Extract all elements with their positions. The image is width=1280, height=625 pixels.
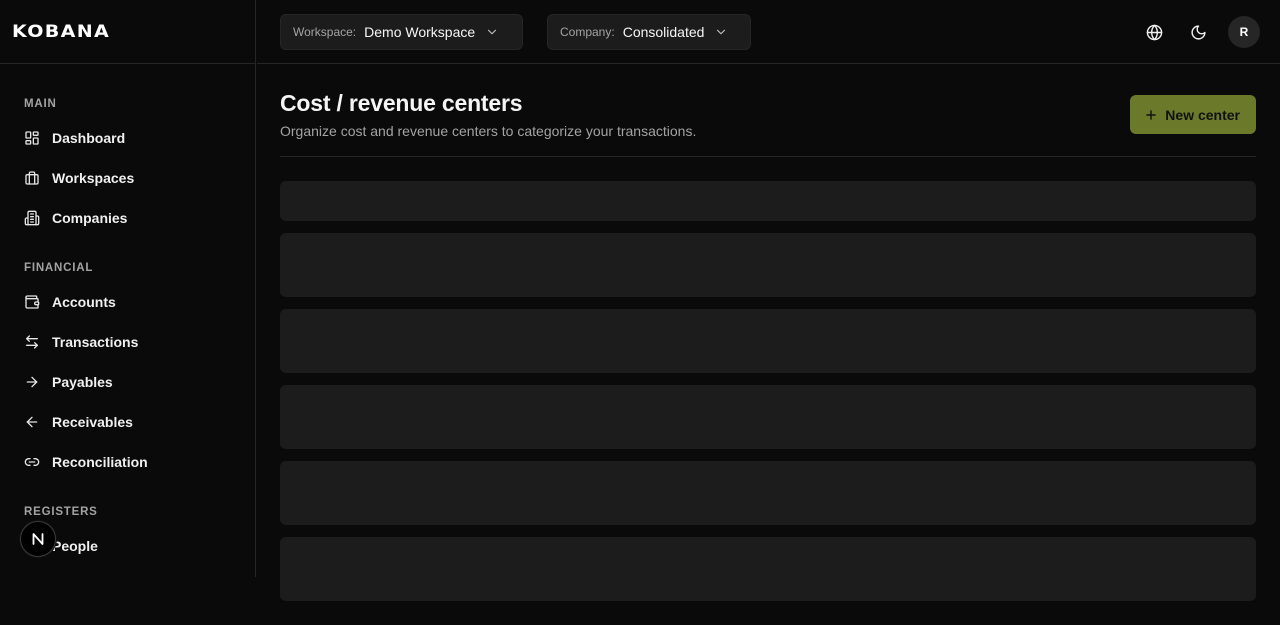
- plus-icon: [1144, 108, 1165, 122]
- nav-section-financial: FINANCIAL Accounts Transactions Payables…: [0, 258, 255, 482]
- sidebar-item-label: Receivables: [52, 414, 133, 430]
- new-center-button[interactable]: New center: [1130, 95, 1256, 134]
- sidebar-item-label: Transactions: [52, 334, 139, 350]
- nav-section-title: REGISTERS: [24, 506, 98, 518]
- new-center-button-label: New center: [1165, 106, 1240, 123]
- loading-skeleton-list: [280, 181, 1256, 601]
- sidebar-item-transactions[interactable]: Transactions: [0, 322, 255, 362]
- brand: KOBANA: [0, 0, 255, 64]
- sidebar-item-reconciliation[interactable]: Reconciliation: [0, 442, 255, 482]
- page-header: Cost / revenue centers Organize cost and…: [280, 64, 1256, 157]
- sidebar-item-label: People: [52, 538, 98, 554]
- language-button[interactable]: [1138, 16, 1170, 48]
- brand-logo[interactable]: KOBANA: [12, 22, 110, 42]
- skeleton-row: [280, 309, 1256, 373]
- link-icon: [24, 454, 40, 470]
- n-badge-button[interactable]: [20, 521, 56, 557]
- sidebar-item-accounts[interactable]: Accounts: [0, 282, 255, 322]
- skeleton-row: [280, 181, 1256, 221]
- chevron-down-icon: [485, 25, 499, 39]
- sidebar-item-companies[interactable]: Companies: [0, 198, 255, 238]
- sidebar-item-label: Payables: [52, 374, 113, 390]
- company-selector-label: Company:: [560, 25, 615, 39]
- sidebar-item-workspaces[interactable]: Workspaces: [0, 158, 255, 198]
- arrows-left-right-icon: [24, 334, 40, 350]
- building-icon: [24, 210, 40, 226]
- sidebar-item-payables[interactable]: Payables: [0, 362, 255, 402]
- globe-icon: [1146, 24, 1162, 40]
- nav-section-main: MAIN Dashboard Workspaces Companies: [0, 94, 255, 238]
- moon-icon: [1190, 24, 1206, 40]
- company-selector[interactable]: Company: Consolidated: [547, 14, 751, 50]
- chevron-down-icon: [714, 25, 728, 39]
- arrow-right-icon: [24, 374, 40, 390]
- page-subtitle: Organize cost and revenue centers to cat…: [280, 123, 697, 139]
- workspace-selector-value: Demo Workspace: [364, 24, 476, 40]
- sidebar: KOBANA MAIN Dashboard Workspaces Compani…: [0, 0, 256, 577]
- n-logo-icon: [32, 533, 44, 545]
- workspace-selector[interactable]: Workspace: Demo Workspace: [280, 14, 523, 50]
- workspace-selector-label: Workspace:: [293, 25, 357, 39]
- sidebar-nav: MAIN Dashboard Workspaces Companies FINA…: [0, 64, 255, 566]
- sidebar-item-label: Dashboard: [52, 130, 126, 146]
- sidebar-item-label: Companies: [52, 210, 128, 226]
- theme-toggle-button[interactable]: [1182, 16, 1214, 48]
- dashboard-icon: [24, 130, 40, 146]
- nav-section-title: MAIN: [24, 98, 57, 110]
- skeleton-row: [280, 385, 1256, 449]
- sidebar-item-label: Reconciliation: [52, 454, 148, 470]
- avatar[interactable]: R: [1228, 16, 1260, 48]
- nav-section-title: FINANCIAL: [24, 262, 94, 274]
- skeleton-row: [280, 461, 1256, 525]
- wallet-icon: [24, 294, 40, 310]
- skeleton-row: [280, 233, 1256, 297]
- company-selector-value: Consolidated: [622, 24, 705, 40]
- sidebar-item-label: Workspaces: [52, 170, 135, 186]
- sidebar-item-receivables[interactable]: Receivables: [0, 402, 255, 442]
- main-content: Cost / revenue centers Organize cost and…: [280, 64, 1256, 601]
- sidebar-item-label: Accounts: [52, 294, 116, 310]
- skeleton-row: [280, 537, 1256, 601]
- arrow-left-icon: [24, 414, 40, 430]
- page-title: Cost / revenue centers: [280, 90, 523, 116]
- top-header: Workspace: Demo Workspace Company: Conso…: [257, 0, 1280, 64]
- sidebar-item-dashboard[interactable]: Dashboard: [0, 118, 255, 158]
- briefcase-icon: [24, 170, 40, 186]
- app-root: KOBANA MAIN Dashboard Workspaces Compani…: [0, 0, 1280, 625]
